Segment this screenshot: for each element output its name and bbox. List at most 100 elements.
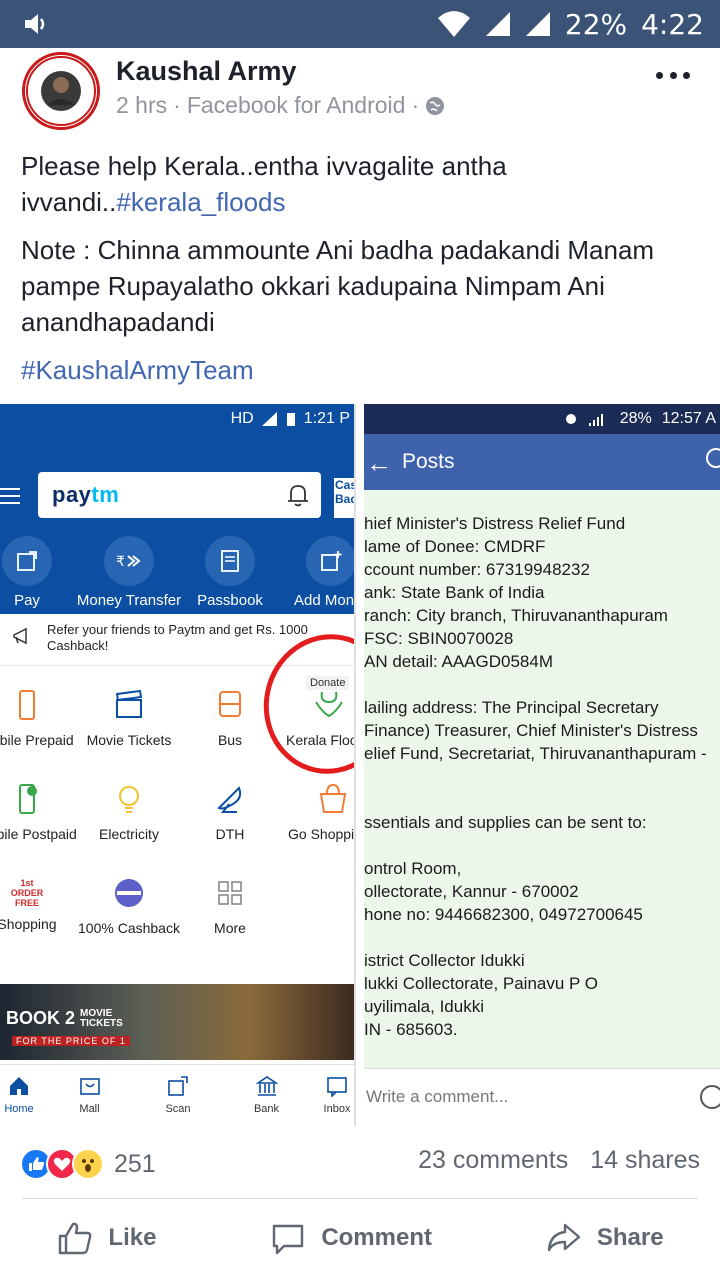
search-icon[interactable]: [706, 448, 720, 468]
megaphone-icon: [13, 627, 27, 645]
like-button[interactable]: Like: [56, 1219, 156, 1257]
menu-icon[interactable]: [0, 488, 20, 504]
relief-line: [364, 926, 720, 949]
add-money-icon: [306, 536, 354, 586]
post-image-paytm[interactable]: HD 1:21 P paytm Cas Bac Pay ₹ Money Tran…: [0, 404, 356, 1126]
profile-photo-icon: [26, 56, 96, 126]
relief-line: ontrol Room,: [364, 859, 462, 878]
battery-icon: [286, 413, 295, 426]
hashtag-kaushal-army-team[interactable]: #KaushalArmyTeam: [21, 352, 711, 388]
post-meta: 2 hrs · Facebook for Android ·: [116, 92, 445, 119]
battery-percent: 22%: [564, 7, 628, 41]
relief-line: lailing address: The Principal Secretary: [364, 698, 659, 717]
relief-line: istrict Collector Idukki: [364, 951, 525, 970]
tab-scan[interactable]: Scan: [143, 1069, 213, 1126]
relief-line: AN detail: AAAGD0584M: [364, 652, 553, 671]
paytm-bottom-tabs: Home Mall Scan Bank Inbox: [0, 1064, 354, 1126]
relief-line: elief Fund, Secretariat, Thiruvananthapu…: [364, 744, 707, 763]
bank-icon: [254, 1076, 279, 1096]
comment-button[interactable]: Comment: [269, 1219, 432, 1257]
reaction-summary[interactable]: 251: [20, 1146, 156, 1182]
relief-line: IN - 685603.: [364, 1020, 458, 1039]
globe-icon: [426, 96, 445, 115]
mall-icon: [79, 1078, 100, 1095]
relief-line: ranch: City branch, Thiruvananthapuram: [364, 606, 668, 625]
relief-line: ollectorate, Kannur - 670002: [364, 882, 579, 901]
wow-reaction-icon: [72, 1148, 104, 1180]
relief-details-text: hief Minister's Distress Relief Fund lame…: [364, 512, 720, 1041]
relief-line: FSC: SBIN0070028: [364, 629, 514, 648]
grid-dth[interactable]: DTH: [179, 782, 281, 843]
passbook-icon: [205, 536, 255, 586]
avatar[interactable]: [22, 52, 100, 130]
signal-icon: [261, 412, 277, 426]
back-arrow-icon[interactable]: ←: [366, 448, 392, 479]
tab-home[interactable]: Home: [2, 1069, 36, 1126]
share-icon: [547, 1223, 581, 1252]
wifi-icon: [437, 11, 470, 37]
grid-more[interactable]: More: [179, 876, 281, 937]
quick-pay[interactable]: Pay: [0, 536, 82, 609]
paytm-search-bar[interactable]: paytm: [38, 472, 321, 518]
relief-line: [364, 765, 720, 788]
relief-line: [364, 834, 720, 857]
post-note: Note : Chinna ammounte Ani badha padakan…: [21, 235, 655, 337]
bell-icon[interactable]: [285, 482, 311, 508]
cashback-icon: [115, 879, 143, 907]
electricity-icon: [119, 786, 139, 813]
grid-electricity[interactable]: Electricity: [78, 782, 180, 843]
more-grid-icon: [218, 881, 242, 905]
tab-mall[interactable]: Mall: [55, 1069, 125, 1126]
quick-money-transfer[interactable]: ₹ Money Transfer: [74, 536, 184, 609]
mobile-icon: [19, 690, 35, 720]
grid-go-shopping[interactable]: Go Shoppi: [280, 782, 354, 843]
relief-line: ank: State Bank of India: [364, 583, 545, 602]
mobile-postpaid-icon: [19, 784, 37, 814]
clock: 4:22: [641, 7, 704, 41]
post-text-1: Please help Kerala..entha ivvagalite ant…: [21, 151, 507, 217]
shopping-bag-icon: [319, 783, 347, 813]
paytm-logo: paytm: [52, 482, 120, 507]
post-time[interactable]: 2 hrs: [116, 92, 167, 119]
relief-line: [364, 673, 720, 696]
author-name[interactable]: Kaushal Army: [116, 56, 297, 87]
signal-icon: [485, 12, 510, 36]
relief-line: hief Minister's Distress Relief Fund: [364, 514, 626, 533]
grid-mobile-postpaid[interactable]: Mobile Postpaid: [0, 782, 78, 843]
cashback-button[interactable]: Cas Bac: [334, 478, 354, 518]
comment-icon: [273, 1224, 304, 1255]
post-image-relief-details[interactable]: 28% 12:57 A ← Posts hief Minister's Dist…: [364, 404, 720, 1126]
hashtag-kerala-floods[interactable]: #kerala_floods: [116, 187, 285, 217]
grid-movie-tickets[interactable]: Movie Tickets: [78, 688, 180, 749]
shares-count[interactable]: 14 shares: [590, 1146, 700, 1175]
inbox-icon: [327, 1077, 347, 1098]
quick-add-money[interactable]: Add Mon: [276, 536, 354, 609]
relief-line: uyilimala, Idukki: [364, 997, 484, 1016]
pay-icon: [2, 536, 52, 586]
comment-input[interactable]: Write a comment...: [366, 1087, 508, 1107]
relief-line: Finance) Treasurer, Chief Minister's Dis…: [364, 721, 698, 740]
post-source: Facebook for Android: [186, 92, 406, 118]
grid-cashback[interactable]: 100% Cashback: [78, 876, 180, 937]
share-button[interactable]: Share: [545, 1219, 664, 1257]
emoji-icon[interactable]: [700, 1085, 720, 1109]
post-stats: 23 comments 14 shares: [418, 1146, 700, 1175]
quick-passbook[interactable]: Passbook: [175, 536, 285, 609]
more-options-icon[interactable]: [656, 68, 690, 82]
posts-header: ← Posts: [364, 434, 720, 490]
reaction-count: 251: [114, 1149, 156, 1178]
volume-icon: [25, 14, 45, 34]
movie-icon: [115, 689, 143, 718]
status-bar: 22% 4:22: [0, 0, 720, 48]
grid-shopping[interactable]: 1st ORDER FREE Shopping: [0, 876, 78, 933]
home-icon: [10, 1077, 28, 1095]
signal-2-icon: [525, 12, 550, 36]
tab-inbox[interactable]: Inbox: [320, 1069, 354, 1126]
comments-count[interactable]: 23 comments: [418, 1146, 568, 1175]
tab-bank[interactable]: Bank: [232, 1069, 302, 1126]
paytm-status-bar: HD 1:21 P: [0, 404, 354, 434]
movie-banner[interactable]: BOOK 2 MOVIE TICKETS FOR THE PRICE OF 1: [0, 984, 354, 1060]
grid-mobile-prepaid[interactable]: Mobile Prepaid: [0, 688, 78, 749]
alarm-icon: [565, 414, 576, 424]
comment-box[interactable]: Write a comment...: [364, 1068, 720, 1126]
